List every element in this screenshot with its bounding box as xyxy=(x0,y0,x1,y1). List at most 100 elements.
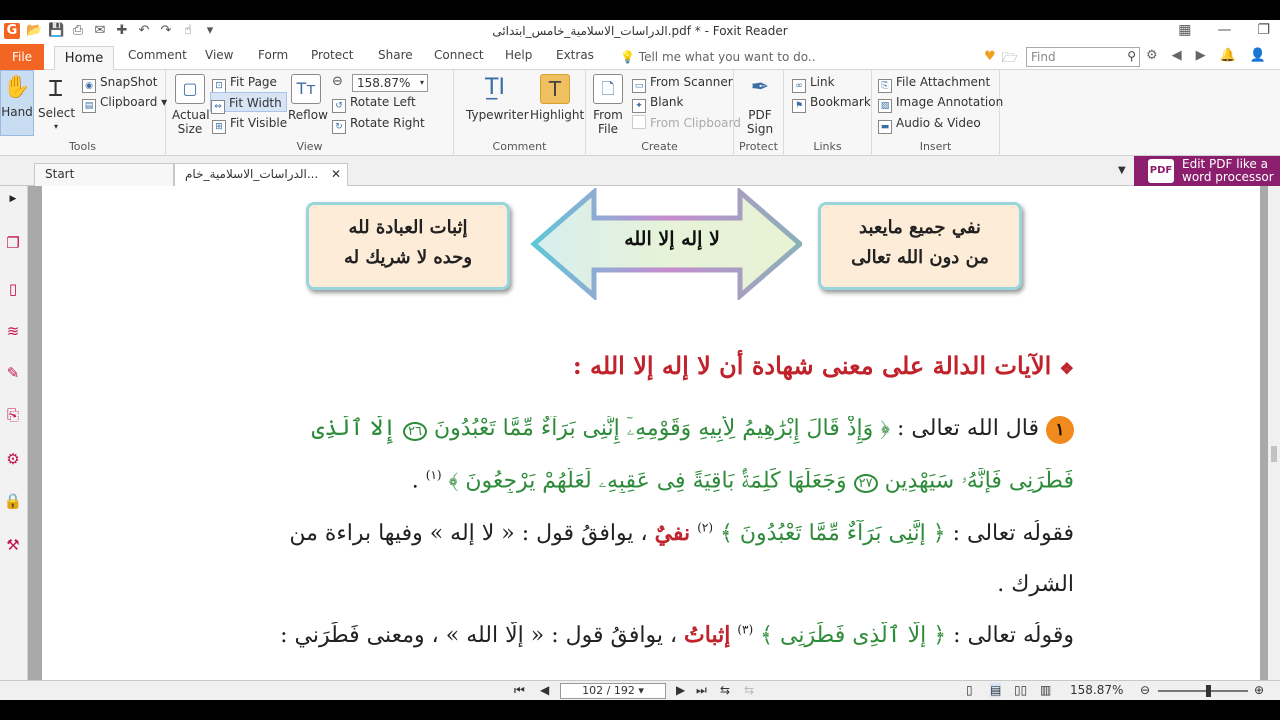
tell-me-search[interactable]: 💡 Tell me what you want to do.. xyxy=(620,50,816,64)
find-placeholder: Find xyxy=(1031,50,1056,64)
continuous-facing-icon[interactable]: ▥ xyxy=(1040,683,1051,697)
settings-gear-icon[interactable]: ⚙ xyxy=(1146,48,1158,63)
attachments-panel-icon[interactable]: ⎘ xyxy=(0,406,26,424)
next-view-icon[interactable]: ⇆ xyxy=(744,683,754,697)
zoom-slider-knob[interactable] xyxy=(1206,685,1211,697)
from-file-button[interactable]: 🗋 From File xyxy=(590,74,626,136)
audio-video-button[interactable]: ▬ Audio & Video xyxy=(878,113,981,134)
fit-page-button[interactable]: ⊡ Fit Page xyxy=(212,72,277,93)
scrollbar-thumb[interactable] xyxy=(1271,446,1277,462)
rotate-right-button[interactable]: ↻ Rotate Right xyxy=(332,113,425,134)
rotate-left-icon: ↺ xyxy=(332,99,346,113)
line-1-intro: قال الله تعالى : xyxy=(897,416,1039,441)
blank-label: Blank xyxy=(650,95,684,109)
last-page-icon[interactable]: ⏭ xyxy=(696,683,707,698)
zoom-in-icon[interactable]: ⊕ xyxy=(1254,683,1264,697)
zoom-slider[interactable] xyxy=(1158,685,1248,697)
security-lock-icon[interactable]: 🔒 xyxy=(0,492,26,510)
highlight-button[interactable]: T Highlight xyxy=(530,74,584,122)
previous-page-icon[interactable]: ◀ xyxy=(540,683,549,697)
from-clipboard-button[interactable]: From Clipboard xyxy=(632,113,741,133)
page-number-input[interactable]: 102 / 192 ▾ xyxy=(560,683,666,699)
group-protect: ✒ PDF Sign Protect xyxy=(734,70,784,156)
next-page-icon[interactable]: ▶ xyxy=(676,683,685,697)
folder-search-icon[interactable]: 🗁 xyxy=(1002,49,1018,71)
select-button[interactable]: Ꮖ Select ▾ xyxy=(38,74,75,134)
expand-panel-icon[interactable]: ▶ xyxy=(0,194,26,204)
signature-panel-icon[interactable]: ⚙ xyxy=(0,450,26,468)
link-button[interactable]: ∞ Link xyxy=(792,72,835,93)
search-icon[interactable]: ⚲ xyxy=(1127,49,1136,63)
single-page-icon[interactable]: ▯ xyxy=(966,683,973,697)
document-viewport[interactable]: إثبات العبادة لله وحده لا شريك له لا إله… xyxy=(28,186,1268,680)
footnote-3: (٣) xyxy=(737,622,754,637)
zoom-select[interactable]: 158.87% ▾ xyxy=(352,74,428,92)
pdf-sign-button[interactable]: ✒ PDF Sign xyxy=(742,74,778,136)
blank-button[interactable]: ✦ Blank xyxy=(632,92,684,113)
file-attachment-button[interactable]: ⎘ File Attachment xyxy=(878,72,990,93)
first-page-icon[interactable]: ⏮ xyxy=(514,683,525,698)
clipboard-button[interactable]: ▤ Clipboard ▾ xyxy=(82,92,167,113)
rotate-right-icon: ↻ xyxy=(332,120,346,134)
comments-panel-icon[interactable]: ✎ xyxy=(0,364,26,382)
tab-connect[interactable]: Connect xyxy=(434,48,484,62)
previous-view-icon[interactable]: ⇆ xyxy=(720,683,730,697)
zoom-out-icon[interactable]: ⊖ xyxy=(1140,683,1150,697)
tab-start[interactable]: Start xyxy=(34,163,174,186)
tab-view[interactable]: View xyxy=(205,48,233,62)
bookmarks-panel-icon[interactable]: ❐ xyxy=(0,234,26,252)
group-create-label: Create xyxy=(641,140,678,153)
minimize-icon[interactable]: — xyxy=(1217,22,1231,38)
prev-arrow-icon[interactable]: ◀ xyxy=(1172,48,1182,63)
facing-page-icon[interactable]: ▯▯ xyxy=(1014,683,1027,697)
tab-file[interactable]: File xyxy=(0,44,44,70)
tab-list-chevron-icon[interactable]: ▼ xyxy=(1118,165,1126,176)
tab-form[interactable]: Form xyxy=(258,48,288,62)
negation-word: نفيٌ xyxy=(654,520,691,546)
line-2-verse-2: وَجَعَلَهَا كَلِمَةًۢ بَاقِيَةً فِى عَقِ… xyxy=(448,468,847,494)
bookmark-button[interactable]: ⚑ Bookmark xyxy=(792,92,871,113)
ribbon: ✋ Hand Ꮖ Select ▾ ◉ SnapShot ▤ Clipboard ▾… xyxy=(0,70,1280,156)
heart-icon[interactable]: ♥ xyxy=(984,49,996,71)
tab-extras[interactable]: Extras xyxy=(556,48,594,62)
zoom-level: 158.87% xyxy=(1070,683,1124,697)
tab-protect[interactable]: Protect xyxy=(311,48,353,62)
footnote-1: (١) xyxy=(425,468,442,482)
tab-help[interactable]: Help xyxy=(505,48,532,62)
fit-width-button[interactable]: ⇔ Fit Width xyxy=(210,92,287,114)
next-arrow-icon[interactable]: ▶ xyxy=(1196,48,1206,63)
find-input[interactable]: Find ⚲ xyxy=(1026,47,1140,67)
rotate-left-button[interactable]: ↺ Rotate Left xyxy=(332,92,416,113)
tools-panel-icon[interactable]: ⚒ xyxy=(0,536,26,554)
zoom-out-icon[interactable]: ⊖ xyxy=(332,74,343,89)
snapshot-button[interactable]: ◉ SnapShot xyxy=(82,72,157,93)
image-annotation-label: Image Annotation xyxy=(896,95,1004,109)
notification-bell-icon[interactable]: 🔔 xyxy=(1220,48,1236,63)
pages-panel-icon[interactable]: ▯ xyxy=(0,280,26,298)
tab-home[interactable]: Home xyxy=(54,46,114,71)
group-tools: ✋ Hand Ꮖ Select ▾ ◉ SnapShot ▤ Clipboard ▾… xyxy=(0,70,167,156)
fit-visible-button[interactable]: ⊞ Fit Visible xyxy=(212,113,287,134)
typewriter-button[interactable]: T̲I Typewriter xyxy=(466,74,529,122)
hand-icon: ✋ xyxy=(3,75,31,100)
user-icon[interactable]: 👤 xyxy=(1250,48,1266,63)
footnote-2: (٢) xyxy=(697,520,714,535)
actual-size-button[interactable]: ▢ Actual Size xyxy=(172,74,210,136)
layers-panel-icon[interactable]: ≋ xyxy=(0,322,26,340)
continuous-page-icon[interactable]: ▤ xyxy=(990,683,1002,697)
edit-pdf-promo-banner[interactable]: PDF Edit PDF like a word processor xyxy=(1134,156,1280,186)
ribbon-layout-icon[interactable]: ▦ xyxy=(1178,22,1191,38)
vertical-scrollbar[interactable] xyxy=(1268,186,1280,680)
image-annotation-button[interactable]: ▨ Image Annotation xyxy=(878,92,1004,113)
tab-comment[interactable]: Comment xyxy=(128,48,187,62)
tab-share[interactable]: Share xyxy=(378,48,413,62)
from-scanner-button[interactable]: ▭ From Scanner xyxy=(632,72,733,93)
hand-button[interactable]: ✋ Hand xyxy=(0,70,34,136)
from-scanner-label: From Scanner xyxy=(650,75,733,89)
reflow-button[interactable]: Tт Reflow xyxy=(288,74,328,122)
group-comment-label: Comment xyxy=(492,140,547,153)
tab-document[interactable]: الدراسات_الاسلامية_خام... ✕ xyxy=(174,163,348,186)
restore-icon[interactable]: ❐ xyxy=(1257,22,1270,38)
close-tab-icon[interactable]: ✕ xyxy=(331,164,341,185)
paperclip-icon: ⎘ xyxy=(878,79,892,93)
